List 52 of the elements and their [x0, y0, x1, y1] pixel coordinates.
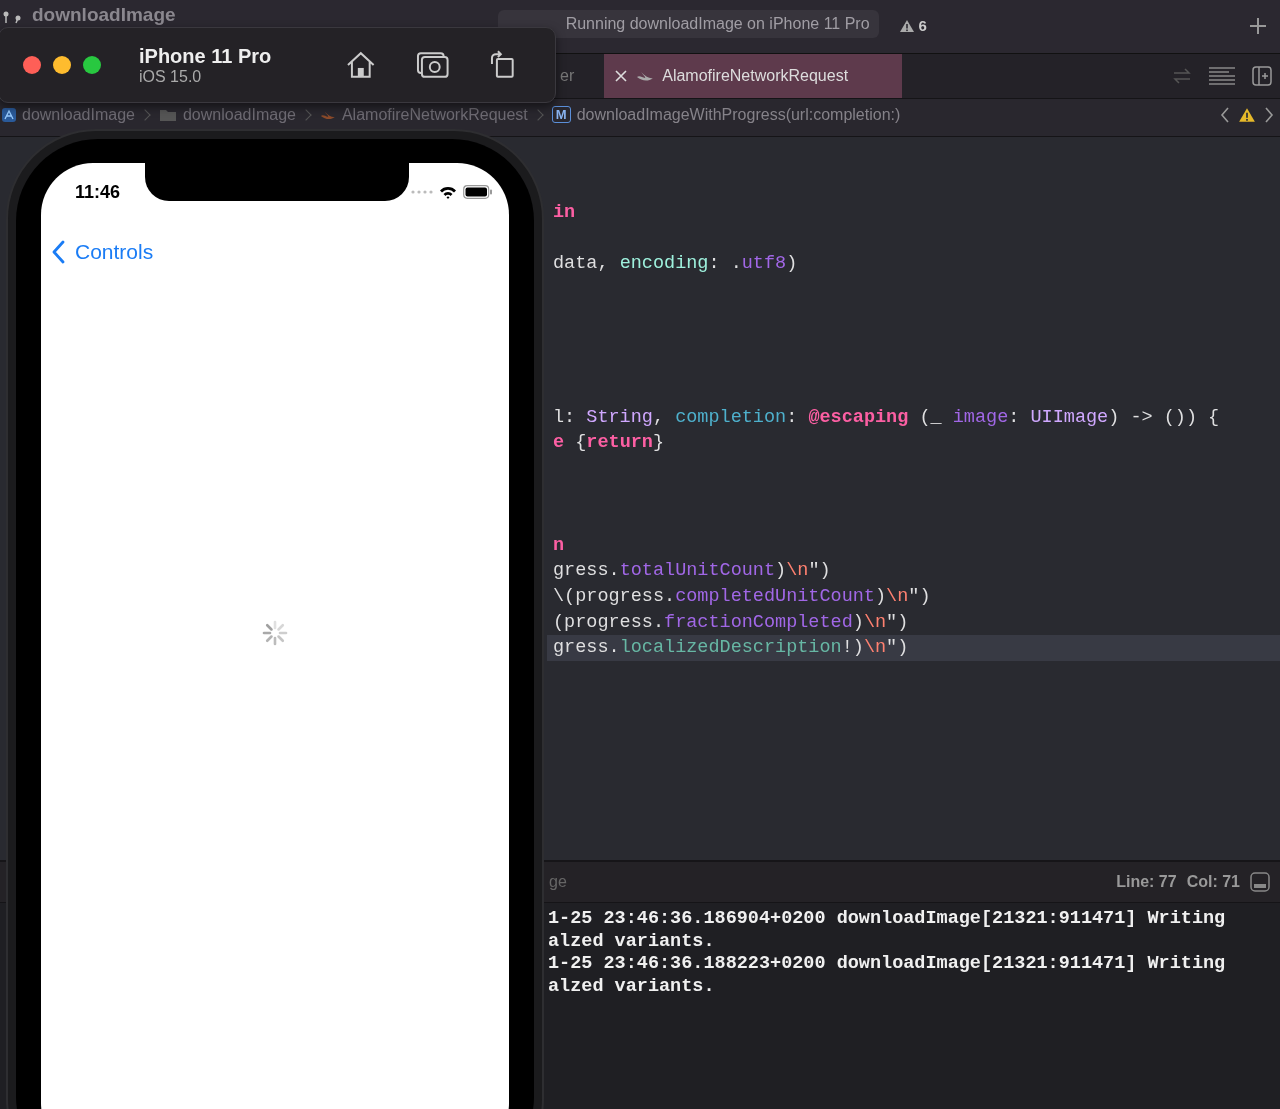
- line-number: Line: 77: [1116, 873, 1177, 891]
- status-time: 11:46: [75, 181, 121, 203]
- console-line: 1-25 23:46:36.186904+0200 downloadImage[21321:911471] Writing: [548, 908, 1227, 931]
- back-chevron-icon[interactable]: [51, 240, 65, 264]
- wifi-icon: [439, 185, 457, 199]
- add-editor-icon[interactable]: [1252, 66, 1272, 86]
- breadcrumb-label[interactable]: AlamofireNetworkRequest: [341, 105, 528, 124]
- zoom-button[interactable]: [83, 56, 101, 74]
- breadcrumb-label[interactable]: downloadImage: [22, 105, 135, 124]
- add-icon[interactable]: [1249, 17, 1267, 35]
- app-icon: [2, 107, 16, 122]
- console-line: alzed variants.: [548, 975, 716, 999]
- breadcrumb-label[interactable]: downloadImageWithProgress(url:completion:): [576, 105, 901, 124]
- column-number: Col: 71: [1186, 873, 1240, 891]
- device-name: iPhone 11 Pro: [139, 44, 273, 68]
- lines-icon[interactable]: [1208, 66, 1236, 86]
- home-icon[interactable]: [346, 51, 376, 79]
- project-title: downloadImage: [32, 4, 176, 26]
- back-button[interactable]: Controls: [41, 240, 154, 264]
- signal-icon: [411, 190, 433, 194]
- console-line: alzed variants.: [548, 930, 716, 954]
- filter-text: ge: [549, 873, 567, 891]
- console-line: 1-25 23:46:36.188223+0200 downloadImage[21321:911471] Writing: [548, 953, 1227, 976]
- panel-toggle-icon[interactable]: [1250, 872, 1270, 892]
- bird-icon: [636, 69, 655, 83]
- code-line: l: String, completion: @escaping (_ image: UIImage) -> ()) {: [552, 405, 1221, 430]
- breadcrumb-label[interactable]: downloadImage: [182, 105, 296, 124]
- code-line: e {return}: [552, 431, 666, 456]
- code-line: data, encoding: .utf8): [552, 252, 799, 277]
- screenshot-icon[interactable]: [415, 51, 450, 79]
- forward-chevron-icon[interactable]: [1264, 106, 1274, 123]
- minimize-button[interactable]: [53, 56, 71, 74]
- branch-icon: [2, 10, 22, 24]
- code-line: \(progress.completedUnitCount)\n"): [552, 584, 932, 609]
- warning-icon[interactable]: [898, 18, 915, 33]
- activity-status: Running downloadImage on iPhone 11 Pro: [497, 10, 879, 38]
- back-chevron-icon[interactable]: [1220, 106, 1230, 123]
- close-icon[interactable]: [614, 69, 629, 83]
- code-line: in: [552, 201, 577, 225]
- close-button[interactable]: [23, 56, 41, 74]
- editor-tab[interactable]: er: [558, 54, 589, 98]
- editor-tab[interactable]: AlamofireNetworkRequest: [604, 54, 903, 98]
- code-line: (progress.fractionCompleted)\n"): [552, 610, 910, 635]
- method-badge: M: [551, 106, 571, 123]
- rotate-icon[interactable]: [489, 50, 515, 80]
- os-version: iOS 15.0: [139, 67, 203, 86]
- battery-icon: [463, 185, 493, 199]
- code-line: gress.totalUnitCount)\n"): [552, 559, 832, 584]
- folder-icon: [158, 107, 177, 122]
- warning-count[interactable]: 6: [918, 17, 927, 34]
- warning-icon[interactable]: [1238, 106, 1256, 123]
- code-line: n: [552, 533, 566, 558]
